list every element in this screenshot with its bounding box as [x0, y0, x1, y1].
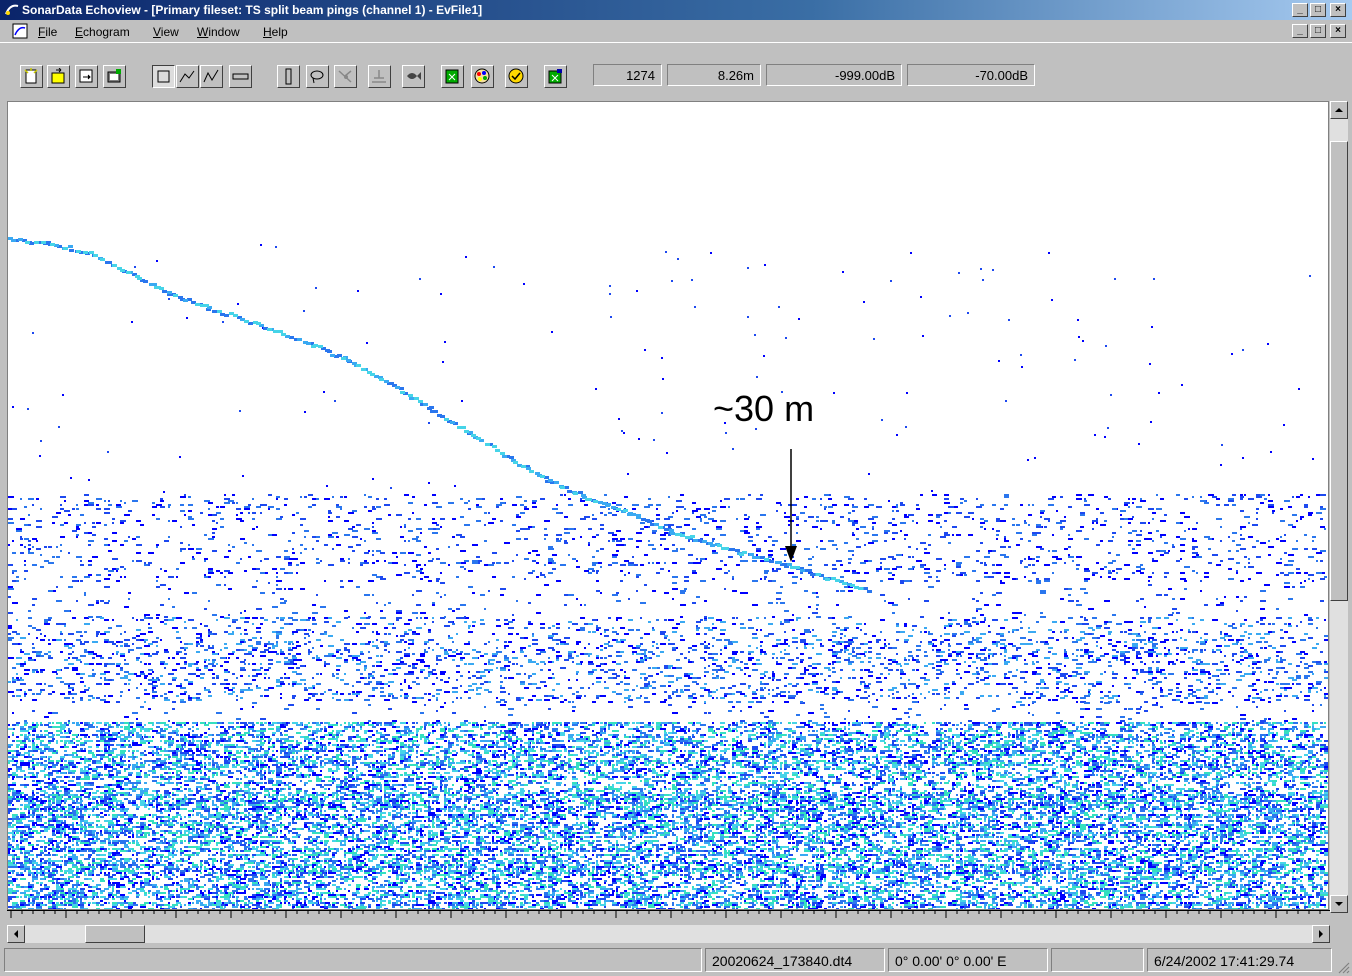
horizontal-band-icon [232, 73, 249, 80]
depth-annotation-label: ~30 m [713, 388, 815, 429]
sample-value-readout: -999.00dB [766, 64, 902, 86]
new-echogram-button[interactable] [441, 65, 464, 88]
line-pick-icon [179, 70, 195, 83]
new-file-button[interactable] [20, 65, 43, 88]
scroll-right-button[interactable] [1312, 925, 1330, 943]
window-title: SonarData Echoview - [Primary fileset: T… [22, 3, 483, 17]
scroll-up-button[interactable] [1330, 101, 1348, 119]
ruler-tick-marks [10, 911, 1321, 918]
status-position-pane: 0° 0.00' 0° 0.00' E [888, 948, 1048, 972]
vertical-scrollbar[interactable] [1330, 101, 1348, 913]
menu-help-accel: H [263, 25, 272, 39]
echogram-green-icon [445, 69, 459, 84]
menu-view-accel: V [153, 25, 161, 39]
menu-file[interactable]: File [38, 25, 57, 39]
arrow-down-icon [1335, 902, 1343, 906]
scroll-left-button[interactable] [7, 925, 25, 943]
save-file-button[interactable] [75, 65, 98, 88]
check-badge-icon [508, 68, 524, 84]
horizontal-scroll-thumb[interactable] [85, 925, 145, 943]
status-blank-pane [1051, 948, 1144, 972]
lasso-icon [310, 70, 324, 84]
status-file-pane: 20020624_173840.dt4 [705, 948, 885, 972]
properties-button[interactable] [103, 65, 126, 88]
ruler-ticks [10, 911, 1321, 918]
echogram-display[interactable] [7, 101, 1329, 910]
menu-window-accel: W [197, 25, 209, 39]
fish-icon [407, 72, 421, 80]
echoview-app-icon [5, 4, 19, 15]
close-button[interactable]: × [1330, 3, 1346, 17]
status-datetime-pane: 6/24/2002 17:41:29.74 [1147, 948, 1332, 972]
open-folder-icon [51, 68, 65, 84]
menu-echogram-label: chogram [83, 25, 130, 39]
ping-number-readout: 1274 [593, 64, 662, 86]
status-message-pane [4, 948, 702, 972]
resize-grip-icon[interactable] [1336, 960, 1350, 974]
menu-window[interactable]: Window [197, 25, 240, 39]
depth-readout: 8.26m [667, 64, 761, 86]
vertical-band-tool[interactable] [277, 65, 300, 88]
mdi-close-button[interactable]: × [1330, 24, 1346, 38]
palette-icon [474, 68, 490, 84]
polyline-tool[interactable] [200, 65, 223, 88]
bottom-line-tool[interactable] [368, 65, 391, 88]
vertical-scroll-thumb[interactable] [1330, 141, 1348, 601]
menu-echogram[interactable]: Echogram [75, 25, 130, 39]
threshold-readout: -70.00dB [907, 64, 1035, 86]
status-bar: 20020624_173840.dt4 0° 0.00' 0° 0.00' E … [0, 946, 1352, 976]
line-pick-tool[interactable] [176, 65, 199, 88]
lasso-tool[interactable] [306, 65, 329, 88]
rectangle-select-icon [157, 70, 170, 83]
menu-view-label: iew [160, 25, 179, 39]
bottom-line-icon [372, 70, 386, 83]
menu-window-label: indow [208, 25, 240, 39]
open-file-button[interactable] [47, 65, 70, 88]
arrow-left-icon [14, 930, 18, 938]
save-icon [79, 69, 93, 83]
echogram-canvas[interactable] [8, 102, 1328, 909]
menu-echogram-accel: E [75, 25, 84, 39]
minimize-button[interactable]: _ [1292, 3, 1308, 17]
title-bar[interactable]: SonarData Echoview - [Primary fileset: T… [0, 0, 1352, 20]
scroll-down-button[interactable] [1330, 895, 1348, 913]
menu-bar: File Echogram View Window Help _ □ × [0, 20, 1352, 42]
properties-icon [107, 69, 121, 83]
arrow-right-icon [1319, 930, 1323, 938]
menu-help[interactable]: Help [263, 25, 288, 39]
fish-tool[interactable] [402, 65, 425, 88]
check-button[interactable] [505, 65, 528, 88]
document-icon[interactable] [12, 23, 28, 39]
horizontal-scrollbar[interactable] [7, 925, 1330, 943]
select-rectangle-tool[interactable] [152, 65, 175, 88]
polyline-icon [203, 69, 219, 83]
toolbar: 1274 8.26m -999.00dB -70.00dB [0, 42, 1352, 99]
mdi-minimize-button[interactable]: _ [1292, 24, 1308, 38]
new-file-icon [24, 68, 38, 84]
export-grid-icon [548, 69, 562, 84]
menu-view[interactable]: View [153, 25, 179, 39]
export-button[interactable] [544, 65, 567, 88]
color-palette-button[interactable] [471, 65, 494, 88]
maximize-button[interactable]: □ [1310, 3, 1326, 17]
horizontal-band-tool[interactable] [229, 65, 252, 88]
ping-ruler [7, 910, 1330, 925]
fish-track-icon [338, 70, 352, 83]
mdi-restore-button[interactable]: □ [1310, 24, 1326, 38]
fish-track-tool[interactable] [334, 65, 357, 88]
menu-file-label: ile [45, 25, 58, 39]
menu-help-label: elp [271, 25, 288, 39]
vertical-band-icon [285, 68, 292, 85]
arrow-up-icon [1335, 108, 1343, 112]
